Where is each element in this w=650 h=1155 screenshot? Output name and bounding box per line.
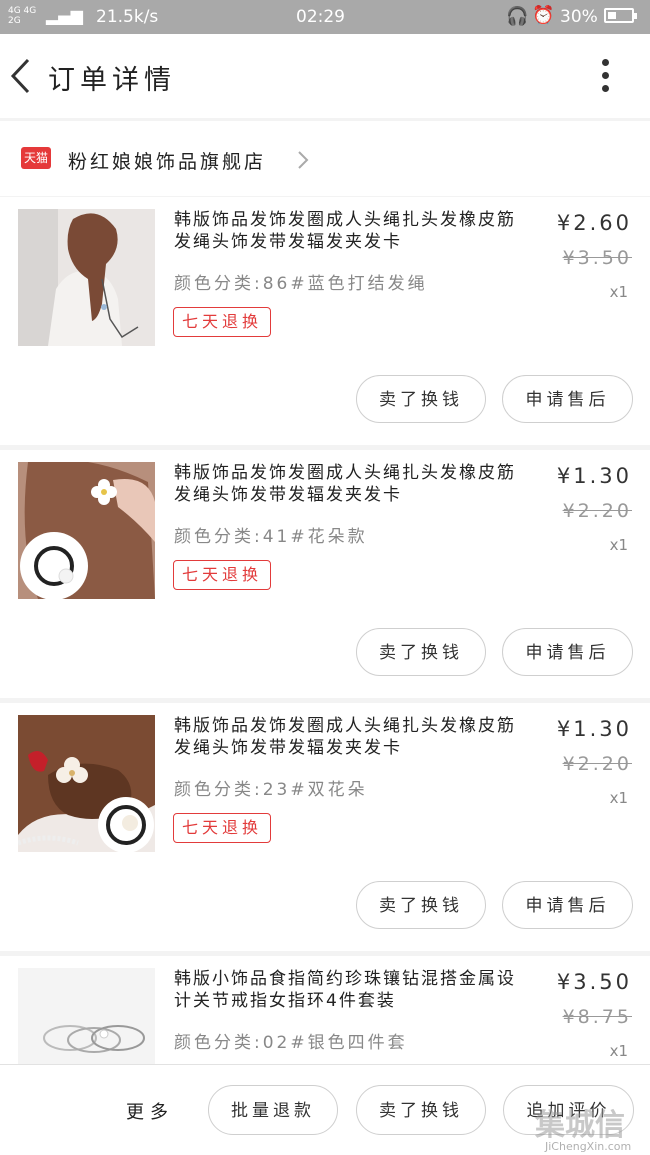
product-thumbnail[interactable] bbox=[18, 968, 155, 1064]
original-price: ¥3.50 bbox=[562, 247, 632, 269]
quantity: x1 bbox=[609, 789, 628, 807]
product-price: ¥2.60 bbox=[556, 211, 632, 235]
seven-day-return-badge: 七天退换 bbox=[173, 307, 272, 337]
quantity: x1 bbox=[609, 1042, 628, 1060]
product-sku: 颜色分类:23#双花朵 bbox=[174, 780, 368, 800]
headset-icon: 🎧 bbox=[506, 6, 529, 27]
product-price: ¥3.50 bbox=[556, 970, 632, 994]
tmall-logo-icon: 天猫 bbox=[21, 147, 51, 169]
product-title[interactable]: 韩版饰品发饰发圈成人头绳扎头发橡皮筋发绳头饰发带发辐发夹发卡 bbox=[174, 209, 534, 253]
sell-for-cash-button[interactable]: 卖了换钱 bbox=[356, 375, 486, 423]
clock: 02:29 bbox=[296, 7, 345, 27]
status-bar: 4G 4G 2G ▂▄▆ 21.5k/s 02:29 🎧 ⏰ 30% bbox=[0, 0, 650, 34]
sell-for-cash-button[interactable]: 卖了换钱 bbox=[356, 628, 486, 676]
page-title: 订单详情 bbox=[48, 65, 176, 96]
watermark-text: 集城信 bbox=[535, 1108, 625, 1143]
product-sku: 颜色分类:41#花朵款 bbox=[174, 527, 368, 547]
shop-name: 粉红娘娘饰品旗舰店 bbox=[68, 151, 267, 173]
product-thumbnail[interactable] bbox=[18, 209, 155, 346]
original-price: ¥2.20 bbox=[562, 500, 632, 522]
watermark-url: JiChengXin.com bbox=[545, 1140, 632, 1153]
order-item: 韩版小饰品食指简约珍珠镶钻混搭金属设计关节戒指女指环4件套装 ¥3.50 ¥8.… bbox=[0, 956, 650, 1064]
network-indicator: 4G 4G 2G bbox=[8, 6, 37, 26]
product-title[interactable]: 韩版饰品发饰发圈成人头绳扎头发橡皮筋发绳头饰发带发辐发夹发卡 bbox=[174, 715, 534, 759]
product-thumbnail[interactable] bbox=[18, 715, 155, 852]
quantity: x1 bbox=[609, 536, 628, 554]
product-thumbnail[interactable] bbox=[18, 462, 155, 599]
product-sku: 颜色分类:86#蓝色打结发绳 bbox=[174, 274, 428, 294]
product-title[interactable]: 韩版小饰品食指简约珍珠镶钻混搭金属设计关节戒指女指环4件套装 bbox=[174, 968, 534, 1012]
battery-icon bbox=[604, 8, 637, 23]
sell-for-cash-button[interactable]: 卖了换钱 bbox=[356, 881, 486, 929]
order-item: 韩版饰品发饰发圈成人头绳扎头发橡皮筋发绳头饰发带发辐发夹发卡 ¥2.60 ¥3.… bbox=[0, 197, 650, 445]
network-speed: 21.5k/s bbox=[96, 7, 159, 27]
original-price: ¥8.75 bbox=[562, 1006, 632, 1028]
shop-row[interactable]: 天猫 粉红娘娘饰品旗舰店 bbox=[0, 121, 650, 196]
product-title[interactable]: 韩版饰品发饰发圈成人头绳扎头发橡皮筋发绳头饰发带发辐发夹发卡 bbox=[174, 462, 534, 506]
after-sale-button[interactable]: 申请售后 bbox=[502, 628, 633, 676]
sell-for-cash-button[interactable]: 卖了换钱 bbox=[356, 1085, 486, 1135]
more-button[interactable]: 更多 bbox=[126, 1098, 174, 1124]
back-arrow-icon[interactable] bbox=[8, 56, 34, 96]
order-item: 韩版饰品发饰发圈成人头绳扎头发橡皮筋发绳头饰发带发辐发夹发卡 ¥1.30 ¥2.… bbox=[0, 450, 650, 698]
nav-bar: 订单详情 bbox=[0, 34, 650, 118]
alarm-icon: ⏰ bbox=[532, 5, 555, 26]
watermark-logo: 集城信 JiChengXin.com bbox=[535, 1100, 647, 1155]
product-price: ¥1.30 bbox=[556, 717, 632, 741]
after-sale-button[interactable]: 申请售后 bbox=[502, 375, 633, 423]
signal-icon: ▂▄▆ bbox=[46, 6, 83, 25]
original-price: ¥2.20 bbox=[562, 753, 632, 775]
seven-day-return-badge: 七天退换 bbox=[173, 560, 272, 590]
chevron-right-icon bbox=[298, 151, 309, 169]
product-sku: 颜色分类:02#银色四件套 bbox=[174, 1033, 408, 1053]
battery-percent: 30% bbox=[560, 7, 598, 27]
more-options-icon[interactable] bbox=[598, 59, 612, 95]
order-item: 韩版饰品发饰发圈成人头绳扎头发橡皮筋发绳头饰发带发辐发夹发卡 ¥1.30 ¥2.… bbox=[0, 703, 650, 951]
after-sale-button[interactable]: 申请售后 bbox=[502, 881, 633, 929]
product-price: ¥1.30 bbox=[556, 464, 632, 488]
batch-refund-button[interactable]: 批量退款 bbox=[208, 1085, 338, 1135]
seven-day-return-badge: 七天退换 bbox=[173, 813, 272, 843]
quantity: x1 bbox=[609, 283, 628, 301]
